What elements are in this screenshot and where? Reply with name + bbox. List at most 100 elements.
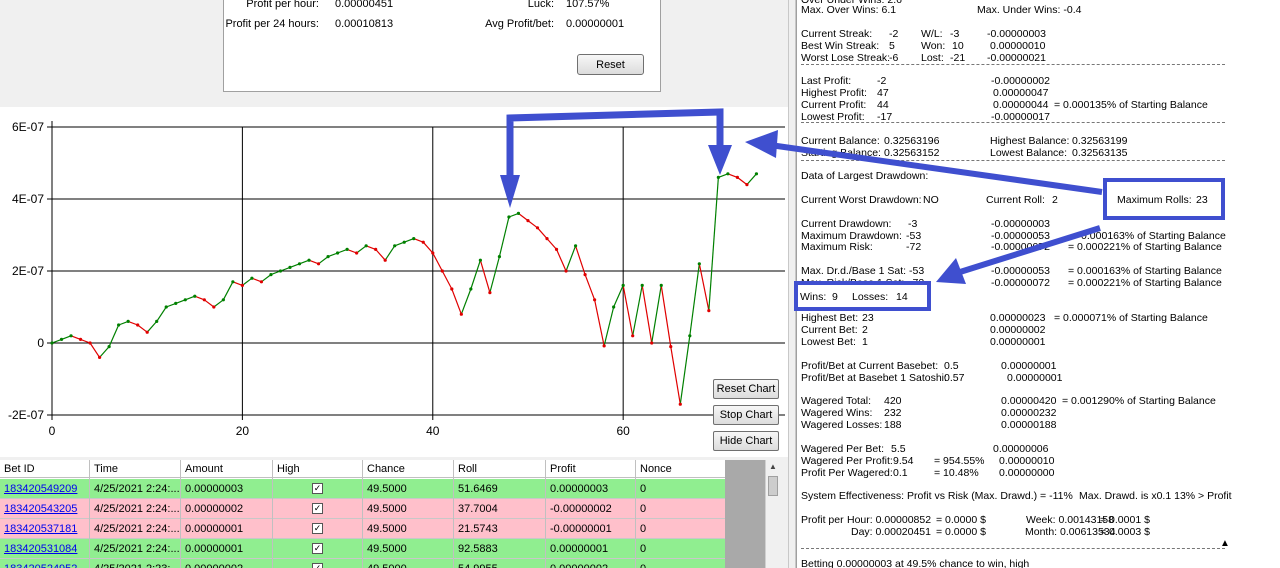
stat-l22a: Current Bet: [801, 324, 858, 336]
data-point [516, 211, 521, 215]
stop-chart-button[interactable]: Stop Chart [713, 405, 779, 425]
wins-losses-highlight: Wins: 9 Losses: 14 [794, 281, 931, 311]
stat-l23a: Lowest Bet: [801, 336, 856, 348]
cell-time: 4/25/2021 2:24:... [94, 483, 180, 495]
series-segment [375, 249, 386, 261]
data-point [278, 269, 283, 273]
data-point [688, 334, 692, 338]
bet-id-link[interactable]: 183420531084 [4, 543, 77, 555]
losses-label: Losses: [852, 291, 889, 303]
stat-l07b: 47 [877, 87, 889, 99]
cell-nonce: 0 [640, 523, 647, 535]
bet-id-link[interactable]: 183420524952 [4, 563, 77, 568]
data-point [754, 172, 759, 176]
x-tick-label: 40 [426, 424, 440, 438]
col-time[interactable]: Time [94, 463, 118, 475]
series-segment [689, 263, 700, 336]
table-scrollbar[interactable]: ▲ [765, 460, 780, 568]
high-checkbox[interactable]: ✓ [312, 563, 323, 568]
cell-nonce: 0 [640, 543, 647, 555]
high-checkbox[interactable]: ✓ [312, 523, 323, 534]
col-high[interactable]: High [277, 463, 300, 475]
stat-l23c: 0.00000001 [990, 336, 1046, 348]
data-point [421, 240, 425, 244]
stat-l05a: Worst Lose Streak: [801, 52, 891, 64]
stat-l13d: 2 [1052, 194, 1058, 206]
stat-l18c: -0.00000053 [991, 265, 1050, 277]
cell-chance: 49.5000 [367, 543, 407, 555]
cell-roll: 21.5743 [458, 523, 498, 535]
hide-chart-button[interactable]: Hide Chart [713, 431, 779, 451]
data-point [393, 244, 397, 248]
stat-l15c: -0.00000003 [991, 218, 1050, 230]
cell-nonce: 0 [640, 483, 647, 495]
series-segment [555, 249, 567, 272]
stat-l15a: Current Drawdown: [801, 218, 892, 230]
col-roll[interactable]: Roll [458, 463, 477, 475]
data-point [269, 273, 273, 277]
divider [801, 160, 1225, 161]
data-point [535, 226, 540, 230]
bet-id-link[interactable]: 183420549209 [4, 483, 77, 495]
stat-l26c: 0.00000420 [1001, 395, 1057, 407]
divider [801, 122, 1225, 123]
cell-amount: 0.00000002 [185, 503, 244, 515]
data-point [745, 183, 749, 187]
col-bet-id[interactable]: Bet ID [4, 463, 35, 475]
cell-roll: 51.6469 [458, 483, 498, 495]
series-segment [261, 274, 272, 283]
data-point [59, 337, 64, 341]
profit-per-hour-label: Profit per hour: [246, 0, 319, 10]
stat-l03d: -3 [950, 28, 960, 40]
cell-chance: 49.5000 [367, 563, 407, 568]
bet-id-link[interactable]: 183420537181 [4, 523, 77, 535]
divider [801, 64, 1225, 65]
high-checkbox[interactable]: ✓ [312, 483, 323, 494]
data-point [402, 240, 406, 244]
triangle-up-icon[interactable]: ▲ [1220, 538, 1230, 549]
reset-button[interactable]: Reset [577, 54, 644, 75]
scroll-up-icon[interactable]: ▲ [767, 462, 779, 474]
col-nonce[interactable]: Nonce [640, 463, 672, 475]
stat-l05c: Lost: [921, 52, 944, 64]
stat-l02b: Max. Under Wins: -0.4 [977, 4, 1082, 16]
chart-svg: 6E-07 4E-07 2E-07 0 -2E-07 0 20 40 60 [8, 120, 785, 438]
data-point [193, 294, 197, 298]
x-tick-label: 20 [236, 424, 250, 438]
scroll-thumb[interactable] [768, 476, 778, 496]
stat-l27b: 232 [884, 407, 902, 419]
stat-l17b: -72 [906, 241, 922, 253]
stat-l32a: System Effectiveness: Profit vs Risk (Ma… [801, 490, 1073, 502]
stat-l26d: = 0.001290% of Starting Balance [1062, 395, 1216, 407]
reset-chart-button[interactable]: Reset Chart [713, 379, 779, 399]
data-point [316, 262, 321, 266]
cell-amount: 0.00000001 [185, 543, 244, 555]
stat-l34a: Day: 0.00020451 [851, 526, 931, 538]
series-segment [575, 245, 586, 275]
data-point [88, 341, 92, 345]
wins-label: Wins: [800, 291, 827, 303]
data-point [431, 251, 435, 255]
x-tick-label: 60 [616, 424, 630, 438]
cell-time: 4/25/2021 2:24:... [94, 543, 180, 555]
stat-l31a: Profit Per Wagered: [801, 467, 893, 479]
bet-id-link[interactable]: 183420543205 [4, 503, 77, 515]
stat-l04d: 10 [952, 40, 964, 52]
col-profit[interactable]: Profit [550, 463, 576, 475]
series-segment [737, 176, 748, 186]
col-amount[interactable]: Amount [185, 463, 223, 475]
high-checkbox[interactable]: ✓ [312, 543, 323, 554]
high-checkbox[interactable]: ✓ [312, 503, 323, 514]
stat-l03a: Current Streak: [801, 28, 873, 40]
series-segment [203, 299, 215, 308]
cell-chance: 49.5000 [367, 523, 407, 535]
data-point [478, 258, 482, 262]
col-chance[interactable]: Chance [367, 463, 405, 475]
stat-l19c: -0.00000072 [991, 277, 1050, 289]
data-point [50, 341, 54, 345]
stat-l26a: Wagered Total: [801, 395, 872, 407]
series-segment [318, 256, 329, 265]
series-segment [489, 256, 500, 293]
series-segment [679, 335, 691, 405]
stats-panel: Profit per hour: 0.00000451 Profit per 2… [223, 0, 661, 92]
